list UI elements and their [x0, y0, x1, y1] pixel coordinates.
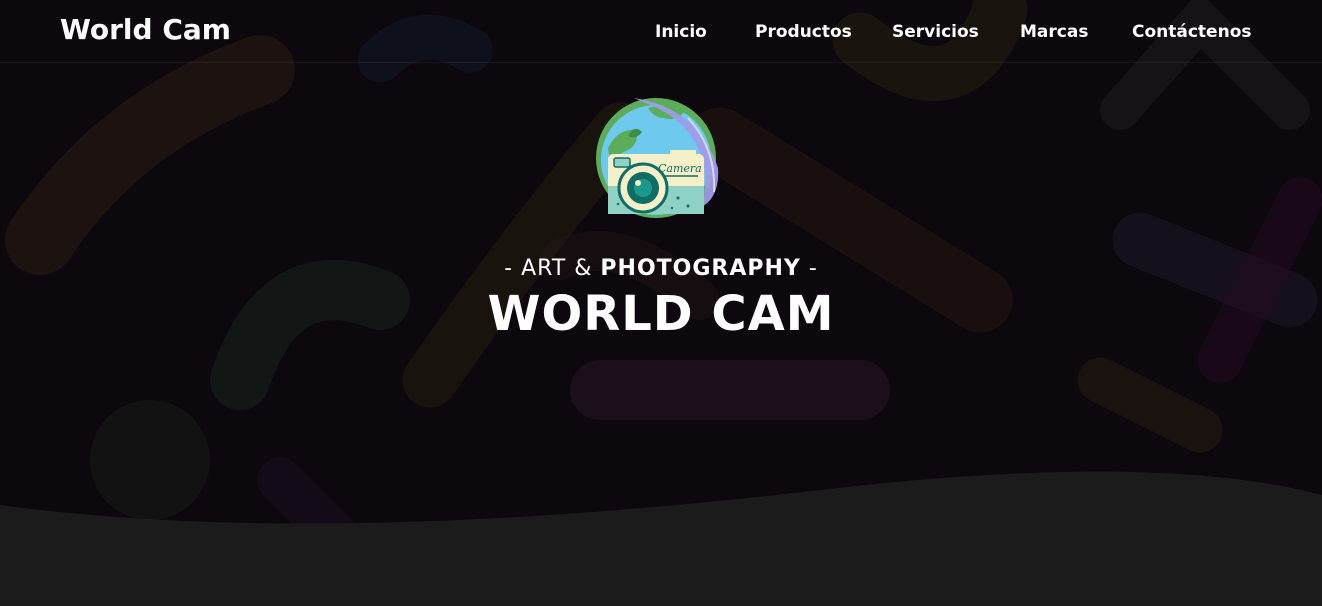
- hero-section: World Cam Inicio Productos Servicios Mar…: [0, 0, 1322, 606]
- tagline-bold: PHOTOGRAPHY: [600, 256, 801, 281]
- tagline-prefix: - ART &: [504, 256, 601, 281]
- nav-link-marcas[interactable]: Marcas: [1020, 22, 1088, 42]
- hero-tagline: - ART & PHOTOGRAPHY -: [0, 256, 1322, 281]
- camera-globe-logo-icon: Camera: [596, 98, 719, 218]
- hero-title: WORLD CAM: [487, 286, 835, 342]
- brand-logo-text[interactable]: World Cam: [60, 13, 231, 46]
- nav-link-inicio[interactable]: Inicio: [655, 22, 707, 42]
- tagline-suffix: -: [800, 256, 818, 281]
- logo-camera-text: Camera: [658, 162, 702, 175]
- nav-link-contactenos[interactable]: Contáctenos: [1132, 22, 1252, 42]
- nav-link-productos[interactable]: Productos: [755, 22, 852, 42]
- navbar: World Cam Inicio Productos Servicios Mar…: [0, 0, 1322, 63]
- nav-link-servicios[interactable]: Servicios: [892, 22, 979, 42]
